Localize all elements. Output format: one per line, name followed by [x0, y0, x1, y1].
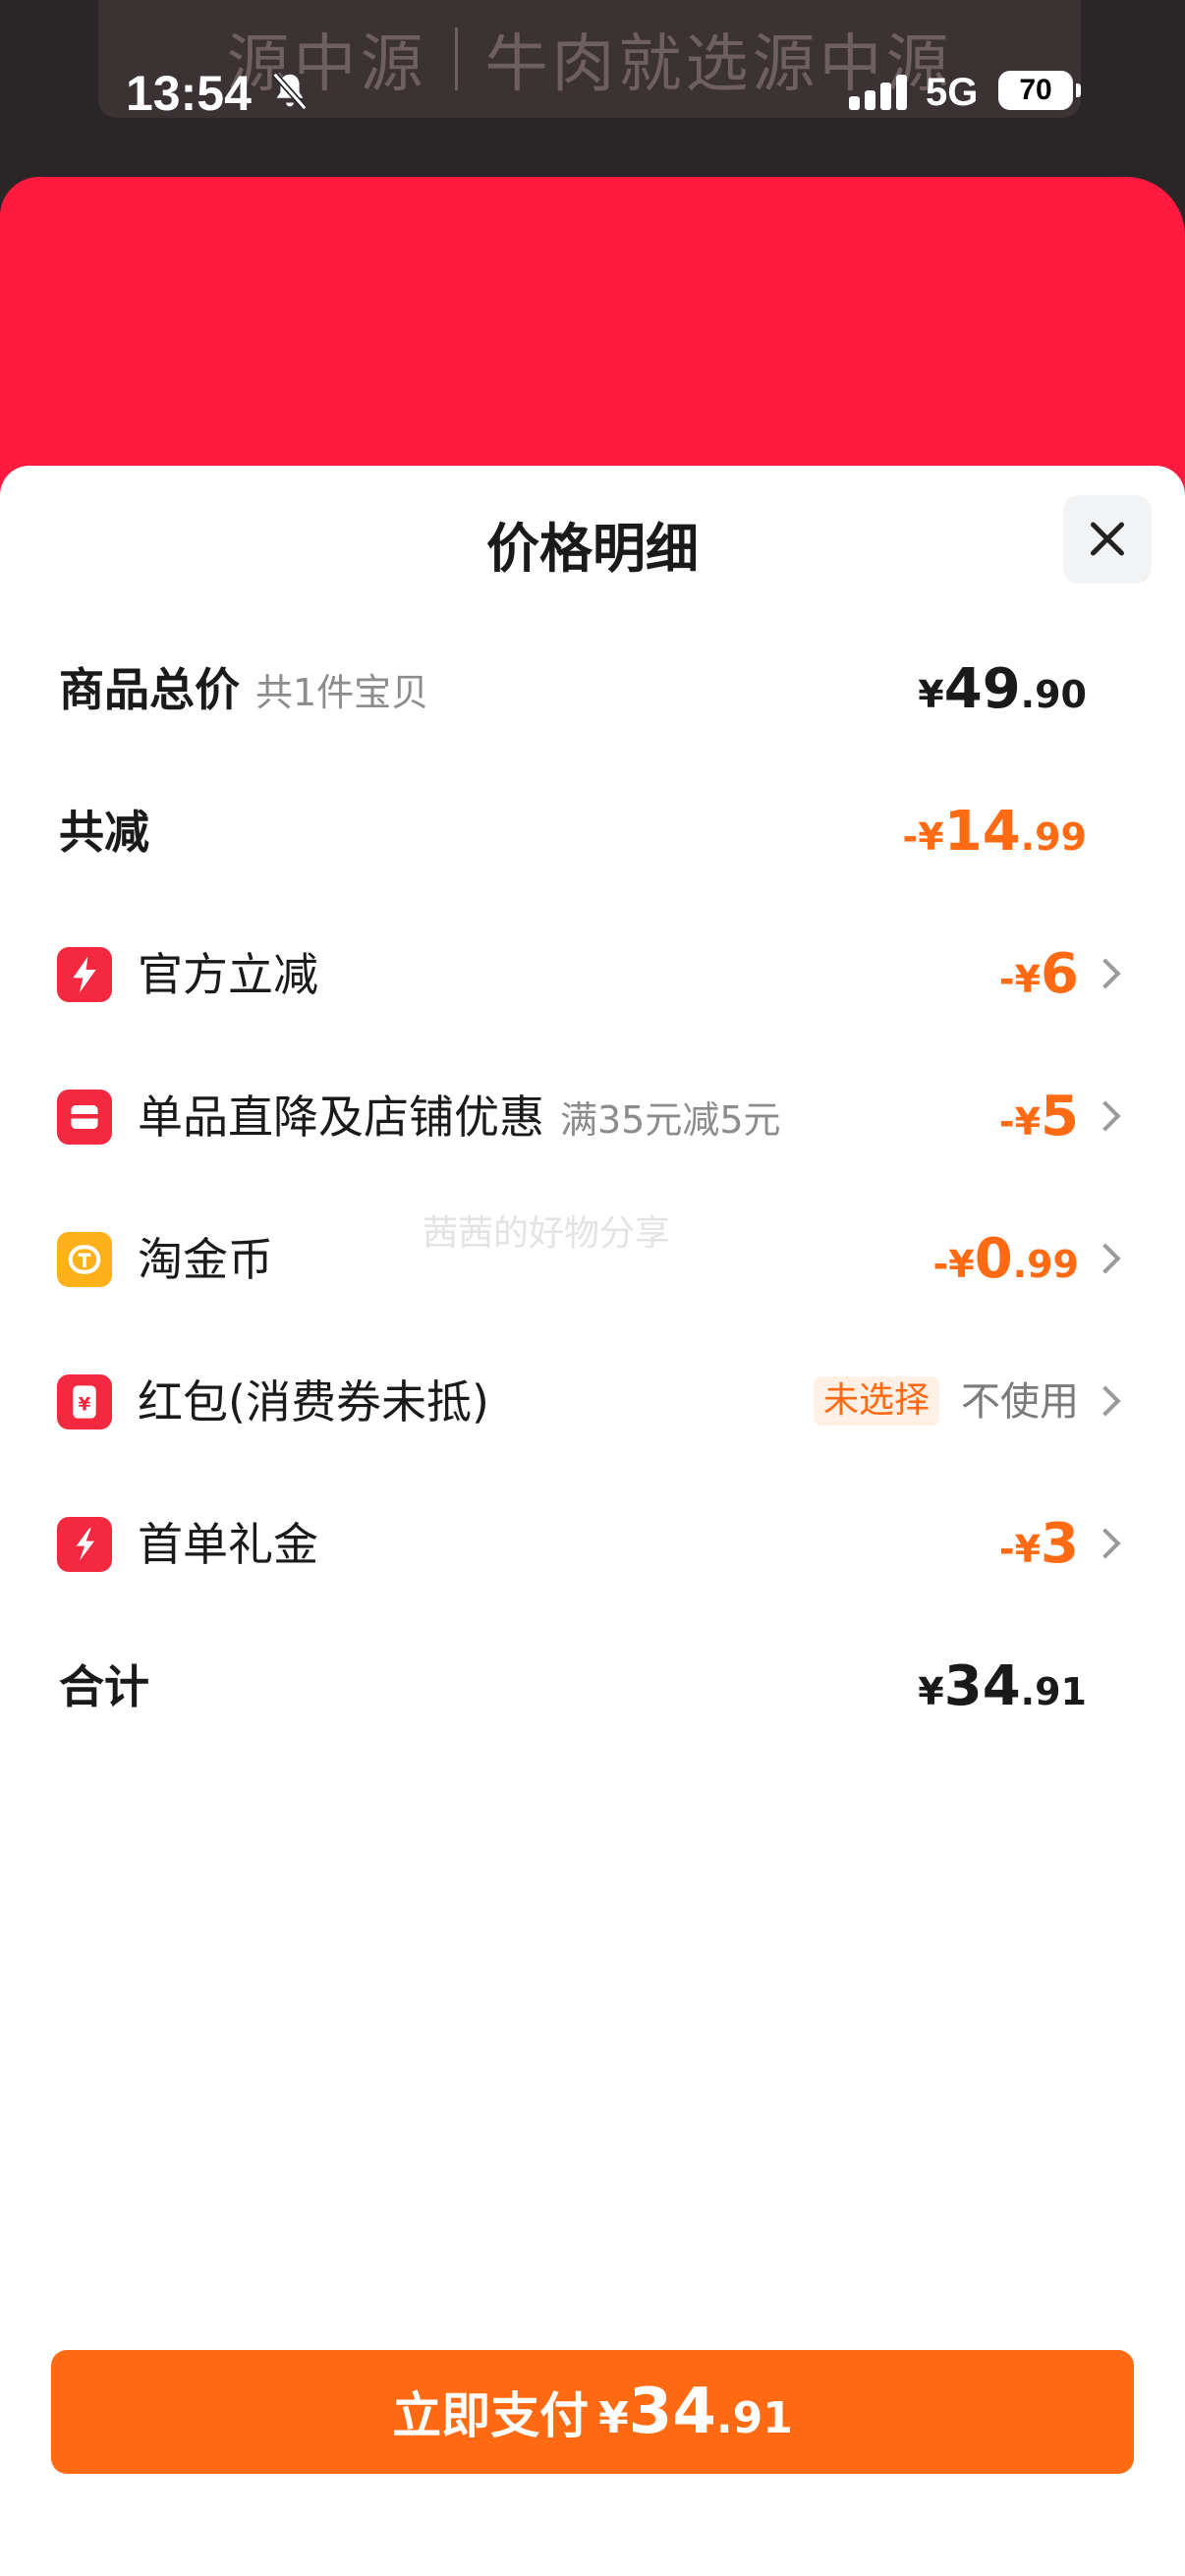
row-sum: 合计 ¥34.91 — [0, 1628, 1185, 1746]
chevron-right-icon — [1090, 958, 1121, 989]
row-first-order-gift[interactable]: 首单礼金 -¥3 — [0, 1485, 1185, 1603]
pay-now-amount: ¥34.91 — [598, 2376, 793, 2448]
chevron-right-icon — [1090, 1385, 1121, 1417]
shop-icon — [57, 1090, 112, 1145]
bell-muted-icon — [272, 72, 308, 111]
coin-icon — [57, 1232, 112, 1287]
status-bar: 13:54 5G 70 — [0, 59, 1185, 138]
price-detail-sheet: 价格明细 商品总价 共1件宝贝 ¥49.90 共减 -¥14.99 官方立减 -¥… — [0, 466, 1185, 2576]
close-button[interactable] — [1063, 495, 1152, 584]
shop-discount-label: 单品直降及店铺优惠 — [138, 1091, 544, 1144]
pay-now-button[interactable]: 立即支付 ¥34.91 — [51, 2350, 1134, 2474]
chevron-right-icon — [1090, 1100, 1121, 1132]
row-red-packet[interactable]: ¥ 红包(消费券未抵) 未选择 不使用 — [0, 1343, 1185, 1461]
first-order-gift-value: -¥3 — [998, 1512, 1079, 1576]
sum-label: 合计 — [59, 1660, 149, 1713]
shop-discount-rule: 满35元减5元 — [560, 1098, 781, 1142]
chevron-right-icon — [1090, 1243, 1121, 1274]
gift-icon — [57, 1517, 112, 1572]
goods-total-value: ¥49.90 — [918, 657, 1087, 721]
row-goods-total: 商品总价 共1件宝贝 ¥49.90 — [0, 631, 1185, 749]
status-time: 13:54 — [126, 66, 252, 121]
total-discount-label: 共减 — [59, 806, 149, 859]
row-shop-discount[interactable]: 单品直降及店铺优惠 满35元减5元 -¥5 — [0, 1058, 1185, 1176]
official-discount-value: -¥6 — [998, 942, 1079, 1006]
red-packet-label: 红包(消费券未抵) — [138, 1375, 489, 1428]
chevron-right-icon — [1090, 1528, 1121, 1559]
lightning-icon — [57, 947, 112, 1002]
watermark-text: 茜茜的好物分享 — [423, 1213, 671, 1254]
first-order-gift-label: 首单礼金 — [138, 1518, 318, 1571]
red-packet-icon: ¥ — [57, 1374, 112, 1429]
red-packet-status-badge: 未选择 — [813, 1376, 939, 1426]
goods-count: 共1件宝贝 — [255, 671, 429, 714]
network-type: 5G — [926, 71, 979, 114]
red-packet-value: 不使用 — [961, 1379, 1079, 1425]
shop-discount-value: -¥5 — [998, 1085, 1079, 1148]
battery-level: 70 — [1019, 74, 1052, 106]
official-discount-label: 官方立减 — [138, 948, 318, 1001]
pay-now-label: 立即支付 — [392, 2387, 590, 2444]
taobao-coins-value: -¥0.99 — [932, 1227, 1079, 1291]
taobao-coins-label: 淘金币 — [138, 1233, 273, 1286]
goods-total-label: 商品总价 — [59, 663, 240, 716]
row-total-discount: 共减 -¥14.99 — [0, 773, 1185, 891]
svg-text:¥: ¥ — [79, 1394, 91, 1415]
battery-icon: 70 — [998, 71, 1081, 110]
sheet-title: 价格明细 — [486, 518, 699, 580]
sum-value: ¥34.91 — [918, 1654, 1087, 1718]
row-official-discount[interactable]: 官方立减 -¥6 — [0, 916, 1185, 1034]
total-discount-value: -¥14.99 — [902, 800, 1087, 864]
